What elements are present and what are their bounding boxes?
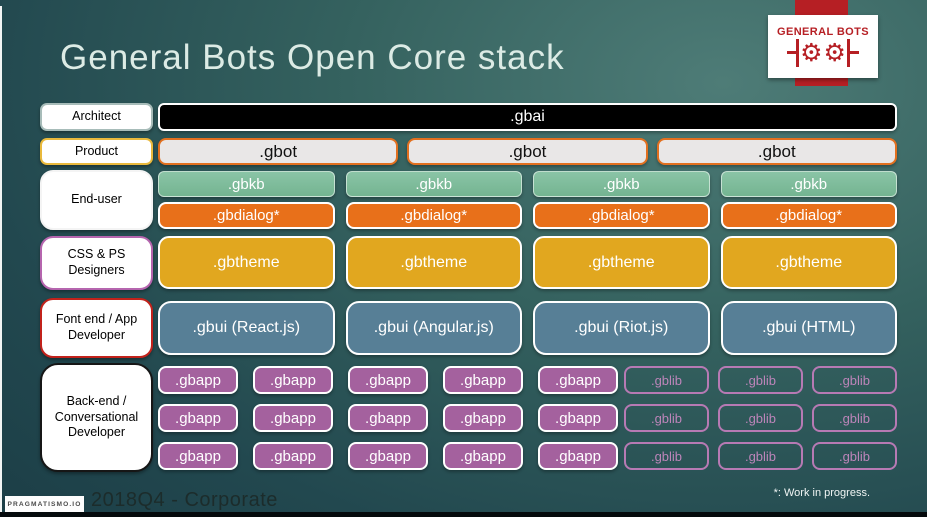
label-end-user: End-user	[40, 170, 153, 230]
gbapp-box: .gbapp	[253, 442, 333, 470]
slide: General Bots Open Core stack GENERAL BOT…	[0, 0, 927, 517]
gbapp-box: .gbapp	[158, 366, 238, 394]
gbapp-box: .gbapp	[348, 442, 428, 470]
gblib-box: .gblib	[812, 366, 897, 394]
gbdialog-box: .gbdialog*	[720, 202, 897, 229]
row-backend-1: .gbapp .gbapp .gbapp .gbapp .gbapp .gbli…	[158, 366, 897, 394]
row-backend-2: .gbapp .gbapp .gbapp .gbapp .gbapp .gbli…	[158, 404, 897, 432]
gbdialog-box: .gbdialog*	[158, 202, 335, 229]
gbapp-box: .gbapp	[158, 442, 238, 470]
row-gbdialog: .gbdialog* .gbdialog* .gbdialog* .gbdial…	[158, 202, 897, 229]
label-css-ps-designers: CSS & PS Designers	[40, 236, 153, 290]
gbapp-group: .gbapp .gbapp .gbapp .gbapp .gbapp	[158, 366, 618, 394]
footer-caption: 2018Q4 - Corporate	[91, 489, 278, 511]
label-product: Product	[40, 138, 153, 165]
gblib-box: .gblib	[624, 404, 709, 432]
label-backend-conversational-developer: Back-end / Conversational Developer	[40, 363, 153, 472]
gbapp-box: .gbapp	[348, 366, 428, 394]
left-edge-accent-line	[0, 6, 2, 512]
gbapp-box: .gbapp	[443, 366, 523, 394]
gbkb-box: .gbkb	[158, 171, 335, 197]
gblib-box: .gblib	[624, 366, 709, 394]
gbtheme-box: .gbtheme	[720, 236, 897, 289]
gear-icon: ⚙	[823, 38, 846, 67]
gblib-group: .gblib .gblib .gblib	[624, 442, 897, 470]
gbapp-box: .gbapp	[538, 366, 618, 394]
gbtheme-box: .gbtheme	[533, 236, 710, 289]
gbui-html-box: .gbui (HTML)	[720, 301, 897, 355]
gbkb-box: .gbkb	[345, 171, 522, 197]
gbapp-box: .gbapp	[348, 404, 428, 432]
logo-brand-text: GENERAL BOTS	[777, 26, 869, 38]
gears-icon: ⚙ ⚙	[787, 38, 859, 67]
gbdialog-box: .gbdialog*	[345, 202, 522, 229]
gbkb-box: .gbkb	[720, 171, 897, 197]
gbtheme-box: .gbtheme	[345, 236, 522, 289]
row-gbkb: .gbkb .gbkb .gbkb .gbkb	[158, 171, 897, 197]
row-backend-3: .gbapp .gbapp .gbapp .gbapp .gbapp .gbli…	[158, 442, 897, 470]
gbdialog-box: .gbdialog*	[533, 202, 710, 229]
gbui-angular-box: .gbui (Angular.js)	[345, 301, 522, 355]
gblib-box: .gblib	[718, 442, 803, 470]
gbapp-box: .gbapp	[253, 404, 333, 432]
gblib-box: .gblib	[812, 404, 897, 432]
pragmatismo-logo-badge: PRAGMATISMO.IO	[5, 496, 84, 512]
gbot-box: .gbot	[407, 138, 648, 165]
gbapp-box: .gbapp	[443, 404, 523, 432]
gbtheme-box: .gbtheme	[158, 236, 335, 289]
gear-bar-left	[787, 39, 800, 67]
gbkb-box: .gbkb	[533, 171, 710, 197]
page-title: General Bots Open Core stack	[60, 38, 565, 77]
gbapp-group: .gbapp .gbapp .gbapp .gbapp .gbapp	[158, 404, 618, 432]
gbot-box: .gbot	[656, 138, 897, 165]
gbapp-group: .gbapp .gbapp .gbapp .gbapp .gbapp	[158, 442, 618, 470]
row-gbui: .gbui (React.js) .gbui (Angular.js) .gbu…	[158, 301, 897, 355]
general-bots-logo: GENERAL BOTS ⚙ ⚙	[768, 15, 878, 78]
label-architect: Architect	[40, 103, 153, 131]
gbapp-box: .gbapp	[538, 404, 618, 432]
gbai-box: .gbai	[158, 103, 897, 131]
gbapp-box: .gbapp	[158, 404, 238, 432]
gblib-box: .gblib	[718, 404, 803, 432]
gblib-box: .gblib	[812, 442, 897, 470]
row-gbot: .gbot .gbot .gbot	[158, 138, 897, 165]
gbui-react-box: .gbui (React.js)	[158, 301, 335, 355]
gbot-box: .gbot	[158, 138, 399, 165]
work-in-progress-note: *: Work in progress.	[773, 487, 870, 499]
gbui-riot-box: .gbui (Riot.js)	[533, 301, 710, 355]
gblib-group: .gblib .gblib .gblib	[624, 404, 897, 432]
gblib-box: .gblib	[624, 442, 709, 470]
row-gbtheme: .gbtheme .gbtheme .gbtheme .gbtheme	[158, 236, 897, 289]
label-frontend-app-developer: Font end / App Developer	[40, 298, 153, 358]
gblib-box: .gblib	[718, 366, 803, 394]
row-gbai: .gbai	[158, 103, 897, 131]
gbapp-box: .gbapp	[443, 442, 523, 470]
bottom-black-bar	[0, 512, 927, 517]
gbapp-box: .gbapp	[538, 442, 618, 470]
gear-icon: ⚙	[800, 38, 823, 67]
gbapp-box: .gbapp	[253, 366, 333, 394]
gblib-group: .gblib .gblib .gblib	[624, 366, 897, 394]
gear-bar-right	[846, 39, 859, 67]
